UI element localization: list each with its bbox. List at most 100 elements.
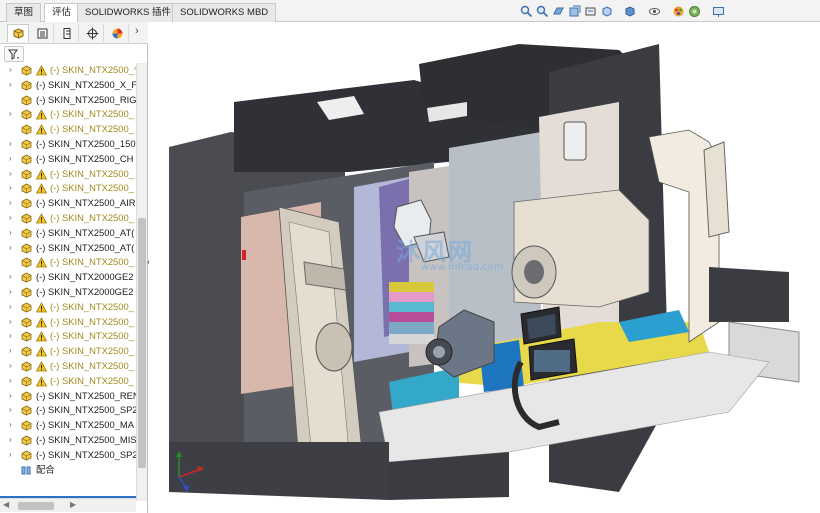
expand-arrow-icon[interactable]: › bbox=[9, 167, 15, 182]
display-manager-icon bbox=[112, 28, 123, 38]
expand-arrow-icon[interactable]: › bbox=[9, 300, 15, 315]
view-orientation-icon[interactable] bbox=[600, 5, 613, 18]
dimxpert-icon bbox=[86, 27, 99, 39]
tree-item[interactable]: › (-) SKIN_NTX2500_ bbox=[0, 181, 136, 196]
warning-icon bbox=[36, 346, 47, 357]
tree-item[interactable]: (-) SKIN_NTX2500_ bbox=[0, 122, 136, 137]
tab-solidworks-addins[interactable]: SOLIDWORKS 插件 bbox=[77, 3, 180, 22]
expand-arrow-icon[interactable]: › bbox=[9, 359, 15, 374]
tree-item[interactable]: › (-) SKIN_NTX2500_ bbox=[0, 300, 136, 315]
scroll-left-arrow-icon[interactable]: ◀ bbox=[3, 500, 9, 509]
apply-scene-icon[interactable] bbox=[688, 5, 701, 18]
expand-arrow-icon[interactable]: › bbox=[9, 78, 15, 93]
expand-arrow-icon[interactable]: › bbox=[9, 389, 15, 404]
expand-arrow-icon[interactable]: › bbox=[9, 63, 15, 78]
feature-manager-tab[interactable] bbox=[7, 24, 29, 42]
tree-item-label: (-) SKIN_NTX2500_ bbox=[50, 123, 134, 135]
part-icon bbox=[21, 80, 32, 91]
expand-arrow-icon[interactable]: › bbox=[9, 152, 15, 167]
part-icon bbox=[21, 272, 32, 283]
dimxpert-tab[interactable] bbox=[82, 24, 104, 42]
part-icon bbox=[21, 405, 32, 416]
expand-arrow-icon[interactable]: › bbox=[9, 107, 15, 122]
zoom-area-icon[interactable] bbox=[536, 5, 549, 18]
tab-evaluate[interactable]: 评估 bbox=[44, 3, 80, 23]
tree-item[interactable]: › (-) SKIN_NTX2500_MIS bbox=[0, 433, 136, 448]
previous-view-icon[interactable] bbox=[552, 5, 565, 18]
dynamic-annotation-icon[interactable] bbox=[584, 5, 597, 18]
tree-item[interactable]: › (-) SKIN_NTX2500_AT( bbox=[0, 241, 136, 256]
tree-item[interactable]: › (-) SKIN_NTX2500_REN bbox=[0, 389, 136, 404]
tree-item[interactable]: › (-) SKIN_NTX2500_ bbox=[0, 167, 136, 182]
property-manager-tab[interactable] bbox=[32, 24, 54, 42]
tree-item[interactable]: › (-) SKIN_NTX2500_MA bbox=[0, 418, 136, 433]
tree-item[interactable]: › (-) SKIN_NTX2500_ bbox=[0, 107, 136, 122]
tree-item[interactable]: › (-) SKIN_NTX2500_ bbox=[0, 315, 136, 330]
tree-item[interactable]: › (-) SKIN_NTX2000GE2 bbox=[0, 285, 136, 300]
tree-item[interactable]: › (-) SKIN_NTX2500_ bbox=[0, 329, 136, 344]
expand-arrow-icon[interactable]: › bbox=[9, 196, 15, 211]
tree-item-label: (-) SKIN_NTX2500_ bbox=[50, 359, 134, 371]
tree-item[interactable]: › (-) SKIN_NTX2500_SP2 bbox=[0, 448, 136, 463]
part-icon bbox=[21, 183, 32, 194]
warning-icon bbox=[36, 168, 47, 179]
tree-item[interactable]: (-) SKIN_NTX2500_ bbox=[0, 255, 136, 270]
expand-arrow-icon[interactable]: › bbox=[9, 181, 15, 196]
expand-arrow-icon[interactable]: › bbox=[9, 448, 15, 463]
tree-item-label: (-) SKIN_NTX2500_ bbox=[50, 167, 134, 179]
tree-item[interactable]: › (-) SKIN_NTX2500_ bbox=[0, 344, 136, 359]
tree-item-label: (-) SKIN_NTX2500_ bbox=[50, 330, 134, 342]
tab-sketch[interactable]: 草图 bbox=[6, 3, 42, 22]
expand-arrow-icon[interactable]: › bbox=[9, 418, 15, 433]
expand-arrow-icon[interactable]: › bbox=[9, 433, 15, 448]
tree-horizontal-scrollbar[interactable]: ◀ ▶ bbox=[0, 498, 136, 512]
tree-item[interactable]: › (-) SKIN_NTX2500_AIR bbox=[0, 196, 136, 211]
expand-arrow-icon[interactable]: › bbox=[9, 403, 15, 418]
tree-item[interactable]: › (-) SKIN_NTX2500_^ bbox=[0, 63, 136, 78]
expand-arrow-icon[interactable]: › bbox=[9, 270, 15, 285]
zoom-to-fit-icon[interactable] bbox=[520, 5, 533, 18]
tree-item[interactable]: › (-) SKIN_NTX2500_SP2 bbox=[0, 403, 136, 418]
hide-show-icon[interactable] bbox=[648, 5, 661, 18]
section-view-icon[interactable] bbox=[568, 5, 581, 18]
tree-item-mates[interactable]: 配合 bbox=[0, 463, 136, 478]
configuration-manager-tab[interactable] bbox=[57, 24, 79, 42]
panel-more-chevron-icon[interactable]: › bbox=[135, 25, 139, 37]
expand-arrow-icon[interactable]: › bbox=[9, 241, 15, 256]
expand-arrow-icon[interactable]: › bbox=[9, 285, 15, 300]
part-icon bbox=[21, 302, 32, 313]
expand-arrow-icon[interactable]: › bbox=[9, 211, 15, 226]
tree-item[interactable]: › (-) SKIN_NTX2500_AT( bbox=[0, 226, 136, 241]
scroll-right-arrow-icon[interactable]: ▶ bbox=[70, 500, 76, 509]
tree-item-label: (-) SKIN_NTX2500_^ bbox=[50, 64, 136, 75]
edit-appearance-icon[interactable] bbox=[672, 5, 685, 18]
filter-button[interactable] bbox=[4, 46, 24, 62]
expand-arrow-icon[interactable]: › bbox=[9, 344, 15, 359]
expand-arrow-icon[interactable]: › bbox=[9, 226, 15, 241]
expand-arrow-icon[interactable]: › bbox=[9, 137, 15, 152]
tree-item[interactable]: › (-) SKIN_NTX2500_X_F bbox=[0, 78, 136, 93]
tree-item-label: (-) SKIN_NTX2500_AIR bbox=[36, 197, 136, 209]
tree-item-label: (-) SKIN_NTX2500_ bbox=[50, 315, 134, 327]
tree-vertical-scrollbar[interactable] bbox=[136, 63, 147, 501]
expand-arrow-icon[interactable]: › bbox=[9, 329, 15, 344]
tree-item-label: (-) SKIN_NTX2500_ bbox=[50, 256, 134, 268]
expand-arrow-icon[interactable]: › bbox=[9, 374, 15, 389]
tree-item[interactable]: › (-) SKIN_NTX2500_CH bbox=[0, 152, 136, 167]
expand-arrow-icon[interactable]: › bbox=[9, 315, 15, 330]
tree-item[interactable]: (-) SKIN_NTX2500_RIG bbox=[0, 93, 136, 108]
tree-vertical-scroll-thumb[interactable] bbox=[138, 218, 146, 468]
tree-item[interactable]: › (-) SKIN_NTX2500_ bbox=[0, 359, 136, 374]
graphics-area[interactable]: 沐风网 www.mfcad.com bbox=[149, 22, 820, 513]
tree-horizontal-scroll-thumb[interactable] bbox=[18, 502, 54, 510]
tree-item[interactable]: › (-) SKIN_NTX2000GE2 bbox=[0, 270, 136, 285]
tree-item[interactable]: › (-) SKIN_NTX2500_ bbox=[0, 211, 136, 226]
tree-item[interactable]: › (-) SKIN_NTX2500_150 bbox=[0, 137, 136, 152]
watermark-url: www.mfcad.com bbox=[421, 262, 504, 273]
display-manager-tab[interactable] bbox=[107, 24, 129, 42]
tab-solidworks-mbd[interactable]: SOLIDWORKS MBD bbox=[172, 3, 277, 22]
view-settings-icon[interactable] bbox=[712, 5, 725, 18]
display-style-icon[interactable] bbox=[624, 5, 637, 18]
tree-item[interactable]: › (-) SKIN_NTX2500_ bbox=[0, 374, 136, 389]
tree-item-label: (-) SKIN_NTX2500_CH bbox=[36, 152, 134, 164]
